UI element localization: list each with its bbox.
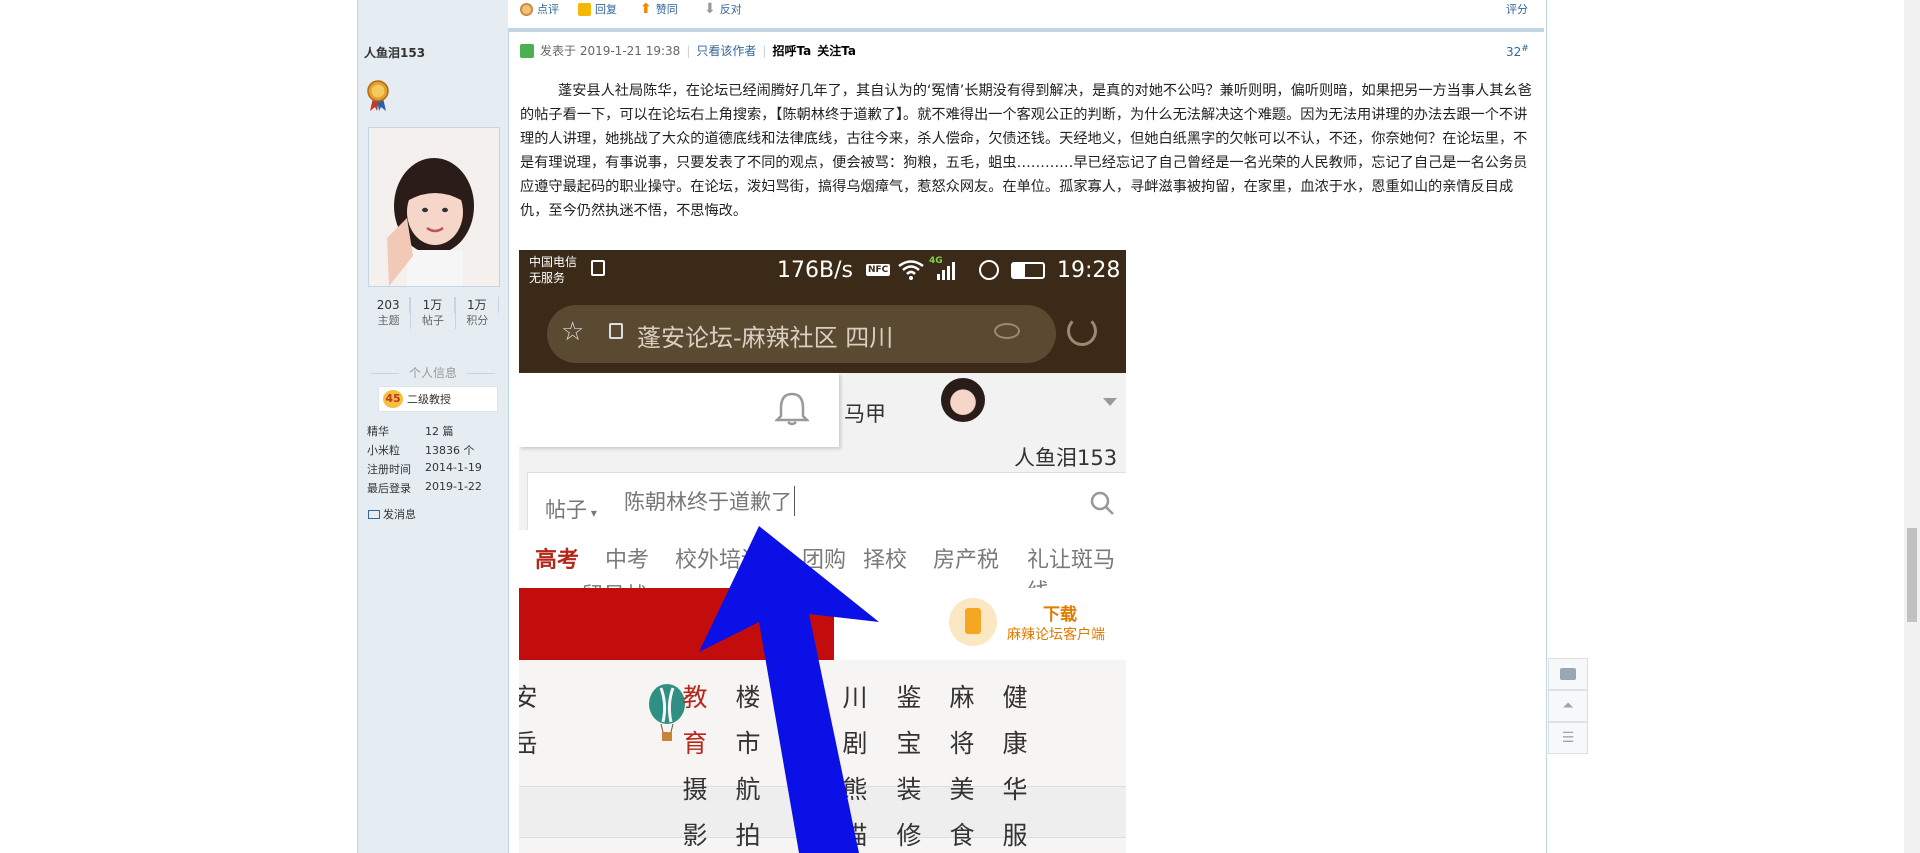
- reply-label: 回复: [595, 3, 617, 16]
- post-info: 发表于 2019-1-21 19:38 | 只看该作者 | 招呼Ta 关注Ta: [520, 42, 856, 59]
- rank-level-icon: 45: [383, 390, 403, 408]
- comment-label: 点评: [537, 3, 559, 16]
- send-message-link[interactable]: 发消息: [368, 506, 416, 522]
- info-key: 精华: [367, 425, 389, 438]
- post-date: 发表于 2019-1-21 19:38: [540, 44, 681, 58]
- only-author-link[interactable]: 只看该作者: [696, 42, 756, 59]
- info-value: 12 篇: [425, 425, 454, 438]
- rate-label: 评分: [1506, 3, 1528, 16]
- online-status-icon: [520, 43, 534, 58]
- author-stats: 203 主题 1万 帖子 1万 积分: [367, 297, 499, 329]
- send-message-label: 发消息: [383, 508, 416, 521]
- info-row-registered: 注册时间 2014-1-19: [367, 461, 482, 477]
- author-avatar[interactable]: [368, 127, 500, 287]
- comment-action[interactable]: 点评: [520, 1, 559, 17]
- down-arrow-icon: ⬇: [704, 1, 716, 17]
- author-name[interactable]: 人鱼泪153: [364, 44, 425, 61]
- personal-info-title: 个人信息: [408, 366, 457, 380]
- list-tool[interactable]: ☰: [1548, 722, 1588, 754]
- follow-link[interactable]: 关注Ta: [817, 42, 856, 59]
- rank-title: 二级教授: [407, 393, 451, 406]
- medal-icon: [367, 80, 389, 111]
- info-value: 13836 个: [425, 444, 475, 457]
- reply-icon: [578, 2, 591, 16]
- stat-posts[interactable]: 1万 帖子: [411, 297, 456, 329]
- stat-points-value: 1万: [456, 297, 499, 313]
- page-scrollbar[interactable]: [1904, 0, 1920, 853]
- stat-topics[interactable]: 203 主题: [367, 297, 412, 329]
- previous-post-action-bar: 点评 回复 ⬆ 赞同 ⬇ 反对 评分: [508, 0, 1544, 32]
- post-body: 蓬安县人社局陈华，在论坛已经闹腾好几年了，其自认为的‘冤情’长期没有得到解决，是…: [520, 79, 1536, 223]
- floor-number[interactable]: 32#: [1506, 44, 1529, 59]
- up-arrow-icon: ⬆: [640, 1, 652, 17]
- stat-topics-label: 主题: [377, 314, 400, 327]
- embedded-screenshot: 中国电信 无服务 176B/s NFC 4G 19:28 ☆ 蓬安论坛-麻辣社区…: [519, 250, 1126, 853]
- stat-posts-label: 帖子: [421, 314, 444, 327]
- up-icon: ⏶: [1562, 698, 1574, 714]
- info-row-last-login: 最后登录 2019-1-22: [367, 480, 482, 496]
- chat-icon: [1560, 668, 1576, 680]
- rate-action[interactable]: 评分: [1506, 1, 1528, 17]
- separator: |: [686, 43, 691, 58]
- info-key: 注册时间: [367, 463, 411, 476]
- stat-points-label: 积分: [466, 314, 489, 327]
- info-value: 2014-1-19: [425, 461, 482, 474]
- list-icon: ☰: [1561, 730, 1575, 746]
- separator: |: [762, 43, 767, 58]
- comment-icon: [520, 2, 533, 16]
- stat-posts-value: 1万: [411, 297, 455, 313]
- stat-points[interactable]: 1万 积分: [456, 297, 499, 329]
- floor-suffix: #: [1521, 44, 1529, 54]
- stat-topics-value: 203: [367, 297, 411, 313]
- back-to-top-tool[interactable]: ⏶: [1548, 690, 1588, 722]
- scrollbar-thumb[interactable]: [1907, 528, 1917, 622]
- greet-link[interactable]: 招呼Ta: [772, 42, 811, 59]
- envelope-icon: [368, 509, 380, 519]
- oppose-label: 反对: [719, 3, 742, 16]
- annotation-arrow-icon: [699, 526, 879, 853]
- info-value: 2019-1-22: [425, 480, 482, 493]
- reply-action[interactable]: 回复: [578, 1, 617, 17]
- rank-badge: 45 二级教授: [378, 386, 498, 412]
- floor-value: 32: [1506, 45, 1522, 59]
- info-row-rice: 小米粒 13836 个: [367, 442, 475, 458]
- personal-info-divider: 个人信息: [367, 364, 499, 381]
- divider-line-right: [466, 373, 495, 374]
- oppose-action[interactable]: ⬇ 反对: [704, 1, 742, 17]
- info-key: 小米粒: [367, 444, 400, 457]
- support-action[interactable]: ⬆ 赞同: [640, 1, 678, 17]
- post-body-text: 蓬安县人社局陈华，在论坛已经闹腾好几年了，其自认为的‘冤情’长期没有得到解决，是…: [520, 83, 1532, 219]
- info-row-essence: 精华 12 篇: [367, 423, 454, 439]
- info-key: 最后登录: [367, 482, 411, 495]
- quick-reply-tool[interactable]: [1548, 658, 1588, 690]
- support-label: 赞同: [655, 3, 678, 16]
- divider-line-left: [371, 373, 400, 374]
